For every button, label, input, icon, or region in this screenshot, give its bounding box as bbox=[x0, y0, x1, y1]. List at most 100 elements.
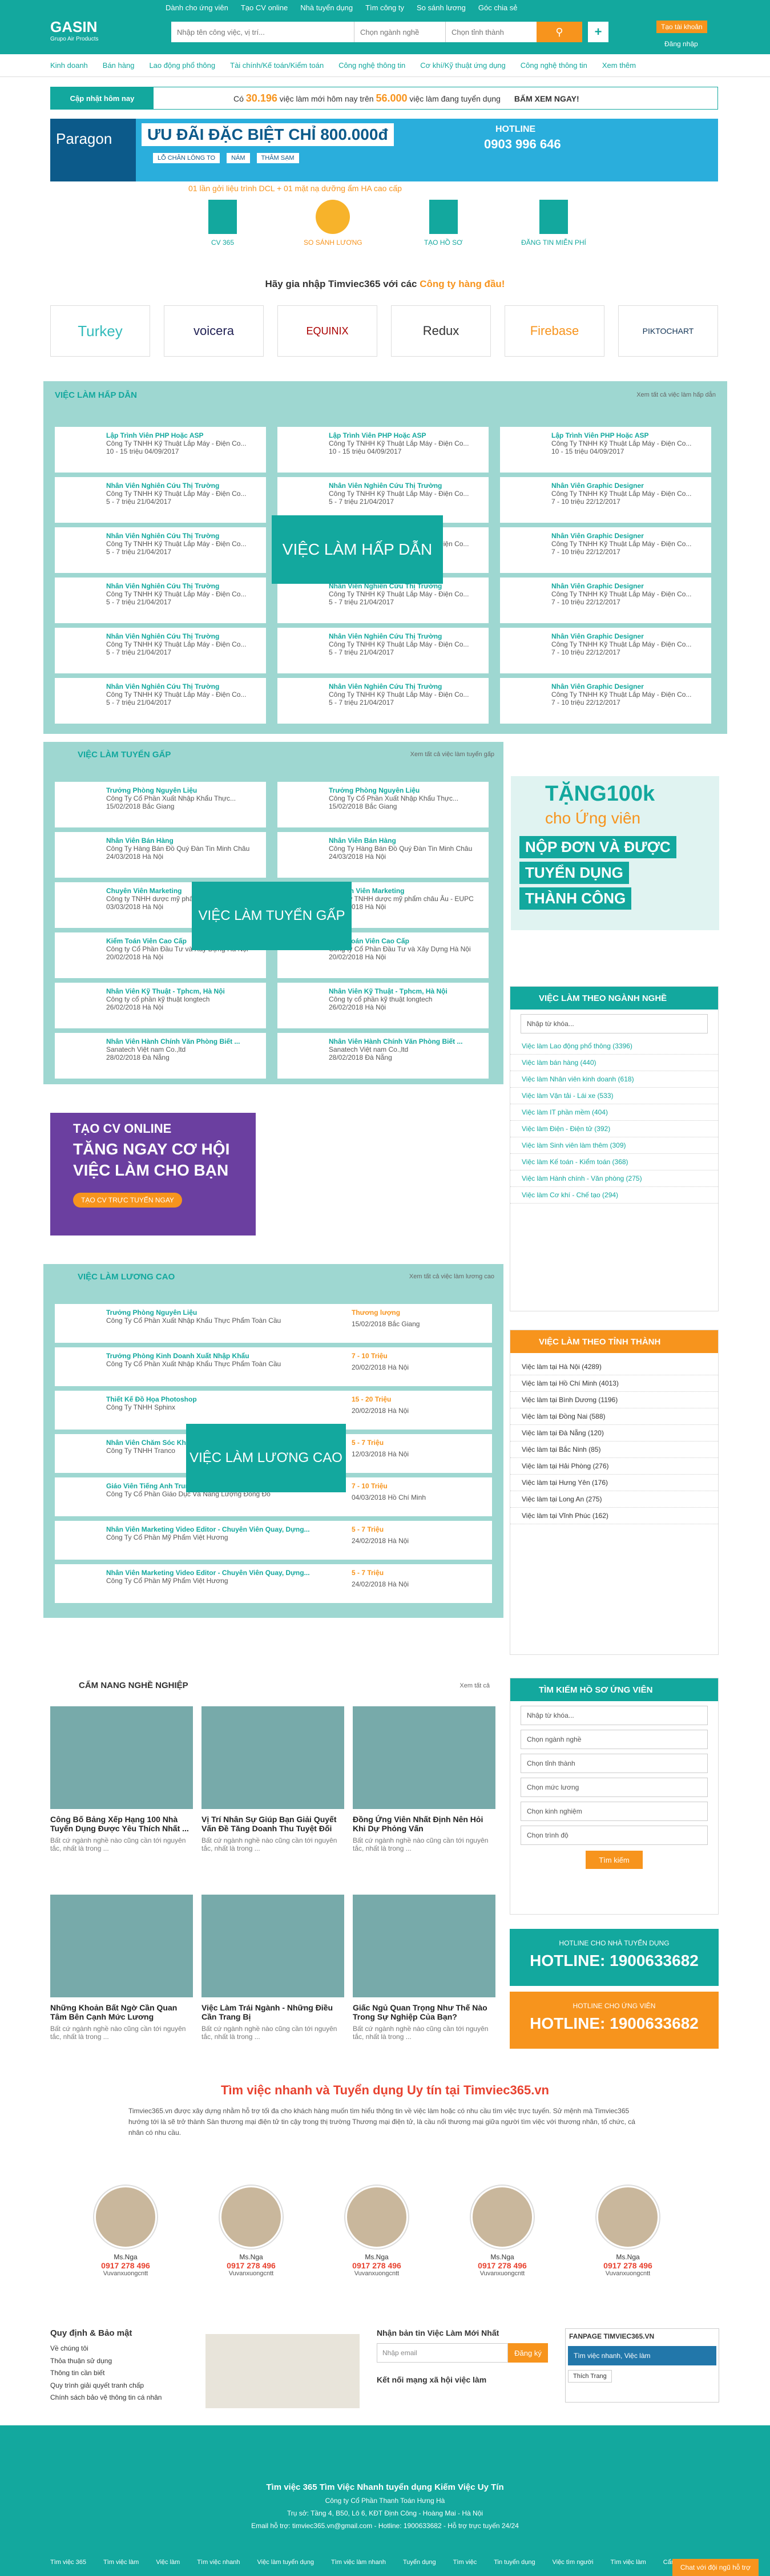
job-item[interactable]: Trưởng Phòng Nguyên Liệu Công Ty Cổ Phần … bbox=[55, 782, 266, 827]
top-link[interactable]: Dành cho ứng viên bbox=[166, 3, 228, 12]
job-title[interactable]: Nhân Viên Nghiên Cứu Thị Trường bbox=[106, 582, 261, 590]
article-card[interactable]: Đồng Ứng Viên Nhất Định Nên Hỏi Khi Dự P… bbox=[353, 1706, 495, 1852]
staff-phone[interactable]: 0917 278 496 bbox=[74, 2261, 177, 2270]
job-item[interactable]: Trưởng Phòng Nguyên Liệu Công Ty Cổ Phần … bbox=[277, 782, 489, 827]
footer-link[interactable]: Việc làm tuyển dụng bbox=[257, 2559, 314, 2566]
feature-profile[interactable]: TẠO HỒ SƠ bbox=[409, 200, 478, 263]
job-item[interactable]: Nhân Viên Kỹ Thuật - Tphcm, Hà Nội Công t… bbox=[55, 983, 266, 1028]
job-title[interactable]: Trưởng Phòng Nguyên Liệu bbox=[106, 786, 261, 794]
job-title[interactable]: Nhân Viên Bán Hàng bbox=[329, 837, 484, 845]
nav-item[interactable]: Công nghệ thông tin bbox=[338, 61, 405, 70]
job-item[interactable]: Nhân Viên Nghiên Cứu Thị TrườngCông Ty T… bbox=[55, 678, 266, 724]
footer-link[interactable]: Tìm việc bbox=[453, 2559, 477, 2566]
job-title[interactable]: Nhân Viên Graphic Designer bbox=[551, 632, 707, 640]
job-title[interactable]: Nhân Viên Marketing Video Editor - Chuyê… bbox=[106, 1569, 487, 1577]
rule-link[interactable]: Thỏa thuận sử dụng bbox=[50, 2355, 199, 2368]
city-link[interactable]: Việc làm tại Bình Dương (1196) bbox=[510, 1392, 718, 1408]
job-title[interactable]: Lập Trình Viên PHP Hoặc ASP bbox=[106, 431, 261, 439]
add-button[interactable]: + bbox=[588, 22, 608, 42]
job-item[interactable]: Lập Trình Viên PHP Hoặc ASP Công Ty TNHH … bbox=[55, 427, 266, 473]
footer-link[interactable]: Tìm việc làm bbox=[610, 2559, 646, 2566]
industry-link[interactable]: Việc làm Sinh viên làm thêm (309) bbox=[510, 1137, 718, 1154]
city-link[interactable]: Việc làm tại Hải Phòng (276) bbox=[510, 1458, 718, 1475]
top-link[interactable]: Nhà tuyển dụng bbox=[300, 3, 353, 12]
job-title[interactable]: Nhân Viên Kỹ Thuật - Tphcm, Hà Nội bbox=[106, 987, 261, 995]
nav-item[interactable]: Tài chính/Kế toán/Kiểm toán bbox=[230, 61, 324, 70]
city-select[interactable] bbox=[445, 22, 537, 42]
job-title[interactable]: Nhân Viên Nghiên Cứu Thị Trường bbox=[106, 632, 261, 640]
job-item[interactable]: Nhân Viên Bán Hàng Công Ty Hàng Bán Đồ Qu… bbox=[277, 832, 489, 878]
view-now-link[interactable]: BẤM XEM NGAY! bbox=[514, 94, 579, 103]
fanpage-box[interactable]: FANPAGE TIMVIEC365.VN Tìm việc nhanh, Vi… bbox=[565, 2328, 719, 2403]
article-card[interactable]: Vị Trí Nhân Sự Giúp Bạn Giải Quyết Vấn Đ… bbox=[201, 1706, 344, 1852]
job-title[interactable]: Nhân Viên Graphic Designer bbox=[551, 532, 707, 540]
article-title[interactable]: Việc Làm Trái Ngành - Những Điều Cần Tra… bbox=[201, 2003, 344, 2021]
job-item[interactable]: Nhân Viên Marketing Video Editor - Chuyê… bbox=[55, 1564, 492, 1603]
cv-level-select[interactable]: Chọn trình độ bbox=[521, 1826, 708, 1845]
article-card[interactable]: Việc Làm Trái Ngành - Những Điều Cần Tra… bbox=[201, 1895, 344, 2041]
job-title[interactable]: Lập Trình Viên PHP Hoặc ASP bbox=[329, 431, 484, 439]
footer-link[interactable]: Tìm việc làm nhanh bbox=[331, 2559, 386, 2566]
promo-banner[interactable]: TẶNG100k cho Ứng viên NỘP ĐƠN VÀ ĐƯỢC TU… bbox=[511, 776, 719, 930]
staff-phone[interactable]: 0917 278 496 bbox=[325, 2261, 428, 2270]
job-title[interactable]: Nhân Viên Nghiên Cứu Thị Trường bbox=[329, 482, 484, 490]
top-link[interactable]: Góc chia sẻ bbox=[478, 3, 518, 12]
job-title[interactable]: Thiết Kế Đồ Họa Photoshop bbox=[106, 1395, 487, 1403]
job-item[interactable]: Nhân Viên Bán Hàng Công Ty Hàng Bán Đồ Qu… bbox=[55, 832, 266, 878]
cv-industry-select[interactable]: Chọn ngành nghề bbox=[521, 1730, 708, 1749]
staff-skype[interactable]: Vuvanxuongcntt bbox=[200, 2270, 303, 2277]
industry-link[interactable]: Việc làm Cơ khí - Chế tạo (294) bbox=[510, 1187, 718, 1204]
job-title[interactable]: Trưởng Phòng Nguyên Liệu bbox=[106, 1309, 487, 1317]
site-logo[interactable]: GASIN Grupo Air Products bbox=[50, 18, 98, 42]
job-title[interactable]: Nhân Viên Bán Hàng bbox=[106, 837, 261, 845]
partner-logo[interactable]: EQUINIX bbox=[277, 305, 377, 357]
job-title[interactable]: Nhân Viên Nghiên Cứu Thị Trường bbox=[106, 532, 261, 540]
nav-item[interactable]: Bán hàng bbox=[103, 61, 135, 70]
article-title[interactable]: Giấc Ngủ Quan Trọng Như Thế Nào Trong Sự… bbox=[353, 2003, 495, 2021]
partner-logo[interactable]: PIKTOCHART bbox=[618, 305, 718, 357]
job-title[interactable]: Nhân Viên Graphic Designer bbox=[551, 482, 707, 490]
city-link[interactable]: Việc làm tại Long An (275) bbox=[510, 1491, 718, 1508]
nav-item[interactable]: Công nghệ thông tin bbox=[521, 61, 587, 70]
article-title[interactable]: Vị Trí Nhân Sự Giúp Bạn Giải Quyết Vấn Đ… bbox=[201, 1815, 344, 1833]
cv-city-select[interactable]: Chọn tỉnh thành bbox=[521, 1754, 708, 1773]
industry-link[interactable]: Việc làm Kế toán - Kiểm toán (368) bbox=[510, 1154, 718, 1170]
job-title[interactable]: Lập Trình Viên PHP Hoặc ASP bbox=[551, 431, 707, 439]
footer-link[interactable]: Tìm việc nhanh bbox=[197, 2559, 240, 2566]
partner-logo[interactable]: voicera bbox=[164, 305, 264, 357]
job-item[interactable]: Nhân Viên Graphic Designer Công Ty TNHH K… bbox=[500, 628, 711, 673]
salary-more[interactable]: Xem tất cả việc làm lương cao bbox=[409, 1273, 494, 1280]
industry-keyword-input[interactable]: Nhập từ khóa... bbox=[521, 1014, 708, 1033]
register-button[interactable]: Tạo tài khoản bbox=[656, 21, 707, 33]
login-link[interactable]: Đăng nhập bbox=[664, 40, 698, 48]
job-title[interactable]: Nhân Viên Hành Chính Văn Phòng Biết ... bbox=[329, 1037, 484, 1045]
city-link[interactable]: Việc làm tại Vĩnh Phúc (162) bbox=[510, 1508, 718, 1524]
like-button[interactable]: Thích Trang bbox=[568, 2370, 612, 2383]
article-title[interactable]: Công Bố Bảng Xếp Hạng 100 Nhà Tuyển Dụng… bbox=[50, 1815, 193, 1833]
job-item[interactable]: Nhân Viên Hành Chính Văn Phòng Biết ... S… bbox=[55, 1033, 266, 1079]
top-link[interactable]: Tìm công ty bbox=[365, 3, 404, 12]
feature-post[interactable]: ĐĂNG TIN MIỄN PHÍ bbox=[519, 200, 588, 263]
cv-banner[interactable]: TẠO CV ONLINE TĂNG NGAY CƠ HỘI VIỆC LÀM … bbox=[50, 1113, 495, 1235]
job-item[interactable]: Nhân Viên Graphic Designer Công Ty TNHH K… bbox=[500, 578, 711, 623]
industry-link[interactable]: Việc làm Nhân viên kinh doanh (618) bbox=[510, 1071, 718, 1088]
article-title[interactable]: Đồng Ứng Viên Nhất Định Nên Hỏi Khi Dự P… bbox=[353, 1815, 495, 1833]
job-title[interactable]: Trưởng Phòng Kinh Doanh Xuất Nhập Khẩu bbox=[106, 1352, 487, 1360]
job-item[interactable]: Nhân Viên Kỹ Thuật - Tphcm, Hà Nội Công t… bbox=[277, 983, 489, 1028]
staff-phone[interactable]: 0917 278 496 bbox=[200, 2261, 303, 2270]
city-link[interactable]: Việc làm tại Hưng Yên (176) bbox=[510, 1475, 718, 1491]
article-card[interactable]: Công Bố Bảng Xếp Hạng 100 Nhà Tuyển Dụng… bbox=[50, 1706, 193, 1852]
staff-skype[interactable]: Vuvanxuongcntt bbox=[577, 2270, 679, 2277]
job-title[interactable]: Trưởng Phòng Nguyên Liệu bbox=[329, 786, 484, 794]
job-title[interactable]: Nhân Viên Graphic Designer bbox=[551, 582, 707, 590]
job-item[interactable]: Nhân Viên Graphic Designer Công Ty TNHH K… bbox=[500, 527, 711, 573]
hot-jobs-more[interactable]: Xem tất cả việc làm hấp dẫn bbox=[636, 391, 716, 398]
job-item[interactable]: Nhân Viên Nghiên Cứu Thị TrườngCông Ty T… bbox=[55, 578, 266, 623]
job-title[interactable]: Nhân Viên Hành Chính Văn Phòng Biết ... bbox=[106, 1037, 261, 1045]
rule-link[interactable]: Quy trình giải quyết tranh chấp bbox=[50, 2380, 199, 2392]
job-title[interactable]: Nhân Viên Nghiên Cứu Thị Trường bbox=[106, 482, 261, 490]
industry-link[interactable]: Việc làm Điện - Điện tử (392) bbox=[510, 1121, 718, 1137]
job-title[interactable]: Nhân Viên Nghiên Cứu Thị Trường bbox=[329, 632, 484, 640]
nav-item[interactable]: Cơ khí/Kỹ thuật ứng dụng bbox=[420, 61, 505, 70]
footer-link[interactable]: Tuyển dụng bbox=[403, 2559, 436, 2566]
